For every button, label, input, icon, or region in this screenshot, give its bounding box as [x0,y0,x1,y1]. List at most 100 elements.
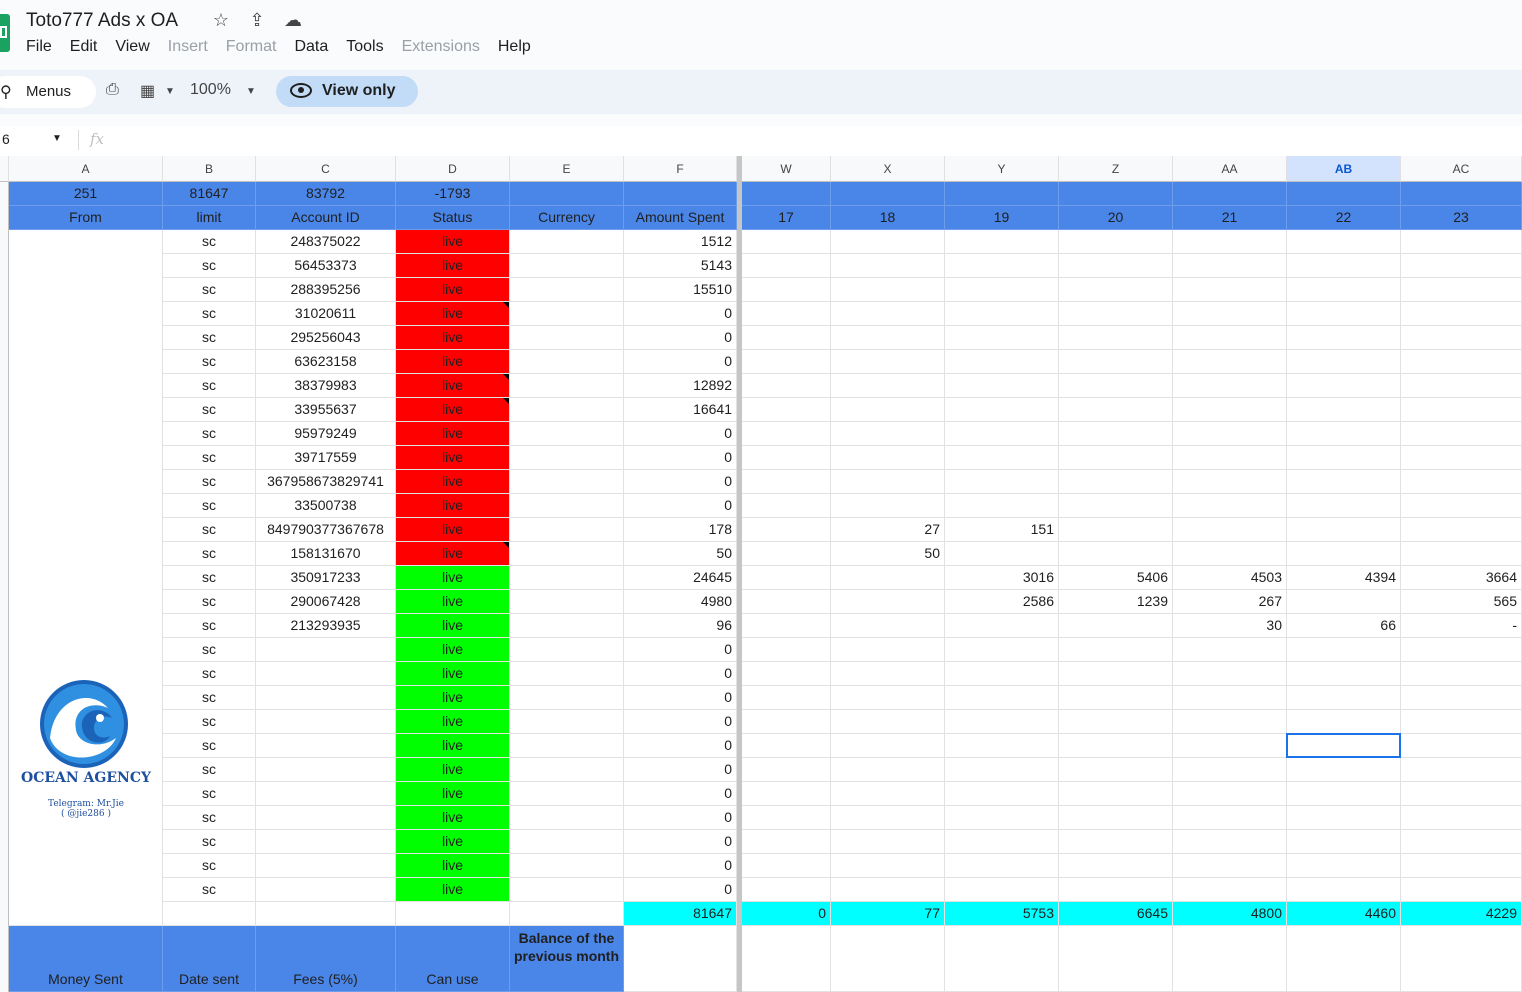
header-cell-day[interactable]: 21 [1173,206,1287,230]
day-spend-cell[interactable] [1401,230,1522,254]
day-spend-cell[interactable] [742,422,831,446]
bottom-empty-cell[interactable] [742,926,831,992]
currency-cell[interactable] [510,710,624,734]
day-spend-cell[interactable] [1059,614,1173,638]
currency-cell[interactable] [510,854,624,878]
currency-cell[interactable] [510,302,624,326]
day-spend-cell[interactable] [945,374,1059,398]
limit-cell[interactable]: sc [163,686,256,710]
header-cell-day[interactable]: 22 [1287,206,1401,230]
day-spend-cell[interactable] [1287,326,1401,350]
status-cell[interactable]: live [396,494,510,518]
limit-cell[interactable]: sc [163,710,256,734]
day-spend-cell[interactable]: 267 [1173,590,1287,614]
day-spend-cell[interactable] [945,758,1059,782]
summary-cell-c[interactable]: 83792 [256,182,396,206]
bottom-header-a[interactable]: Money Sent [9,926,163,992]
day-spend-cell[interactable] [1173,278,1287,302]
column-header-d[interactable]: D [396,156,510,182]
account-id-cell[interactable]: 350917233 [256,566,396,590]
column-header-y[interactable]: Y [945,156,1059,182]
currency-cell[interactable] [510,422,624,446]
bottom-header-d[interactable]: Can use [396,926,510,992]
day-spend-cell[interactable] [1401,710,1522,734]
summary-cell-day[interactable] [1059,182,1173,206]
move-to-drive-icon[interactable]: ⇪ [246,10,268,31]
limit-cell[interactable]: sc [163,398,256,422]
day-spend-cell[interactable] [945,638,1059,662]
day-spend-cell[interactable] [1173,542,1287,566]
status-cell[interactable]: live [396,398,510,422]
limit-cell[interactable]: sc [163,518,256,542]
account-id-cell[interactable]: 213293935 [256,614,396,638]
status-cell[interactable]: live [396,638,510,662]
amount-spent-cell[interactable]: 4980 [624,590,737,614]
day-spend-cell[interactable] [1401,734,1522,758]
row-header-strip[interactable] [0,182,9,992]
day-spend-cell[interactable] [1287,422,1401,446]
day-spend-cell[interactable] [1287,302,1401,326]
account-id-cell[interactable]: 63623158 [256,350,396,374]
limit-cell[interactable]: sc [163,638,256,662]
amount-spent-cell[interactable]: 5143 [624,254,737,278]
day-spend-cell[interactable] [831,374,945,398]
day-spend-cell[interactable] [1173,470,1287,494]
account-id-cell[interactable] [256,878,396,902]
status-cell[interactable]: live [396,254,510,278]
day-spend-cell[interactable] [945,854,1059,878]
status-cell[interactable]: live [396,542,510,566]
currency-cell[interactable] [510,734,624,758]
menu-view[interactable]: View [115,38,149,56]
day-spend-cell[interactable] [945,278,1059,302]
amount-spent-cell[interactable]: 0 [624,686,737,710]
select-all-corner[interactable] [0,156,9,182]
currency-cell[interactable] [510,590,624,614]
total-day-spend[interactable]: 0 [742,902,831,926]
status-cell[interactable]: live [396,446,510,470]
limit-cell[interactable]: sc [163,734,256,758]
total-day-spend[interactable]: 77 [831,902,945,926]
total-day-spend[interactable]: 4229 [1401,902,1522,926]
currency-cell[interactable] [510,494,624,518]
day-spend-cell[interactable] [1173,518,1287,542]
day-spend-cell[interactable] [1173,638,1287,662]
day-spend-cell[interactable] [945,542,1059,566]
day-spend-cell[interactable] [742,566,831,590]
menu-insert[interactable]: Insert [168,38,208,56]
day-spend-cell[interactable]: 2586 [945,590,1059,614]
search-menus-button[interactable]: ⚲ Menus [0,76,96,108]
selected-cell[interactable] [1286,733,1401,758]
status-cell[interactable]: live [396,614,510,638]
day-spend-cell[interactable] [831,878,945,902]
amount-spent-cell[interactable]: 0 [624,422,737,446]
account-id-cell[interactable]: 849790377367678 [256,518,396,542]
day-spend-cell[interactable] [831,566,945,590]
account-id-cell[interactable] [256,758,396,782]
zoom-chevron-icon[interactable]: ▼ [246,86,256,97]
day-spend-cell[interactable] [742,854,831,878]
limit-cell[interactable]: sc [163,662,256,686]
currency-cell[interactable] [510,470,624,494]
column-header-ac[interactable]: AC [1401,156,1522,182]
limit-cell[interactable]: sc [163,758,256,782]
currency-cell[interactable] [510,518,624,542]
day-spend-cell[interactable]: 50 [831,542,945,566]
header-cell-day[interactable]: 18 [831,206,945,230]
day-spend-cell[interactable] [831,278,945,302]
day-spend-cell[interactable] [1401,758,1522,782]
day-spend-cell[interactable] [1059,806,1173,830]
day-spend-cell[interactable] [831,494,945,518]
day-spend-cell[interactable] [1173,398,1287,422]
amount-spent-cell[interactable]: 0 [624,854,737,878]
day-spend-cell[interactable] [1059,734,1173,758]
day-spend-cell[interactable] [945,230,1059,254]
totals-empty-cell[interactable] [256,902,396,926]
day-spend-cell[interactable] [742,638,831,662]
status-cell[interactable]: live [396,590,510,614]
day-spend-cell[interactable] [1059,422,1173,446]
day-spend-cell[interactable] [1287,854,1401,878]
day-spend-cell[interactable] [831,254,945,278]
day-spend-cell[interactable] [945,710,1059,734]
day-spend-cell[interactable] [945,662,1059,686]
day-spend-cell[interactable] [945,470,1059,494]
